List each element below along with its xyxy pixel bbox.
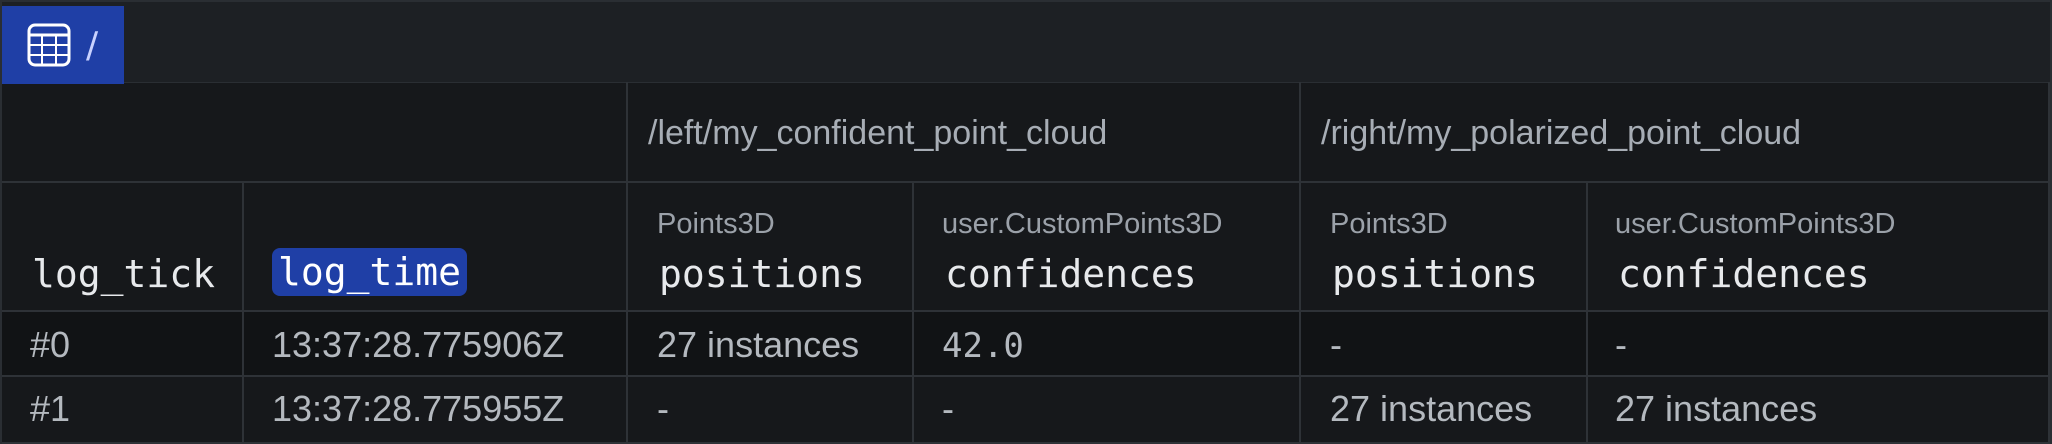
archetype-label: Points3D <box>657 208 775 240</box>
cell-value: - <box>942 388 954 429</box>
column-header-positions[interactable]: positions <box>659 252 865 296</box>
archetype-label: user.CustomPoints3D <box>1615 208 1896 240</box>
column-header-confidences[interactable]: confidences <box>1618 252 1870 296</box>
row-time: 13:37:28.775955Z <box>272 388 565 429</box>
cell-value: - <box>1330 324 1342 365</box>
table-tab[interactable]: / <box>2 6 124 84</box>
data-table: /left/my_confident_point_cloud /right/my… <box>2 82 2050 444</box>
archetype-label: user.CustomPoints3D <box>942 208 1223 240</box>
cell-value: - <box>657 388 669 429</box>
view-header: / <box>2 2 2050 84</box>
row-index: #0 <box>30 324 71 365</box>
table-icon <box>27 23 71 67</box>
cell-value: - <box>1615 324 1627 365</box>
column-header-positions[interactable]: positions <box>1332 252 1538 296</box>
entity-header-left[interactable]: /left/my_confident_point_cloud <box>648 114 1107 153</box>
column-header-log-time[interactable]: log_time <box>272 248 468 296</box>
table-view: / /left/my_confident_point_cloud /right/… <box>0 0 2052 444</box>
archetype-label: Points3D <box>1330 208 1448 240</box>
cell-value: 42.0 <box>942 326 1024 366</box>
entity-header-right[interactable]: /right/my_polarized_point_cloud <box>1321 114 1801 153</box>
column-header-confidences[interactable]: confidences <box>945 252 1197 296</box>
column-header-log-tick[interactable]: log_tick <box>32 252 215 296</box>
cell-value: 27 instances <box>1615 388 1818 429</box>
selected-timeline-label: log_time <box>272 248 468 296</box>
row-index: #1 <box>30 388 71 429</box>
row-time: 13:37:28.775906Z <box>272 324 565 365</box>
cell-value: 27 instances <box>657 324 860 365</box>
cell-value: 27 instances <box>1330 388 1533 429</box>
tab-path: / <box>86 24 99 66</box>
